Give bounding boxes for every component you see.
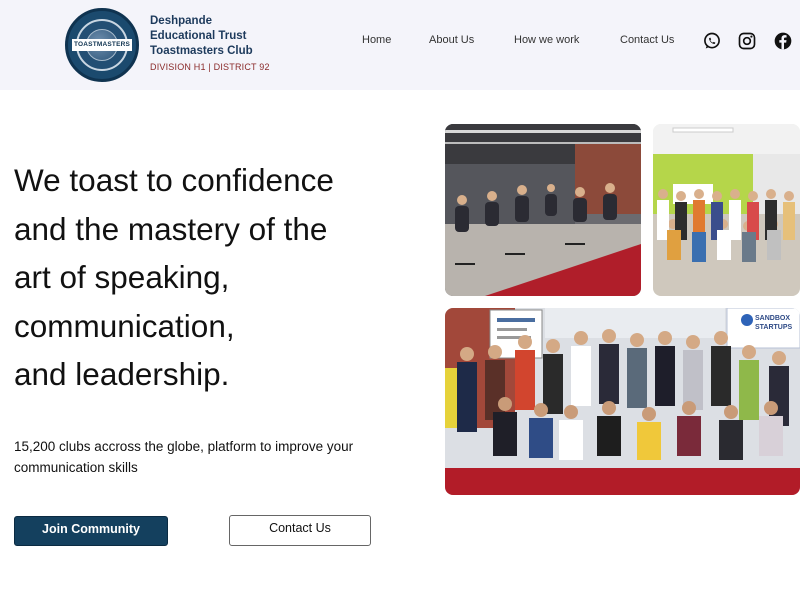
- headline-line-4: communication,: [14, 307, 235, 344]
- audience-seated-photo: [445, 124, 641, 296]
- headline-line-1: We toast to confidence: [14, 162, 334, 198]
- brand-line-1: Deshpande: [150, 15, 212, 27]
- classroom-group-photo: [653, 124, 800, 296]
- classroom-photo-illustration: [653, 124, 800, 296]
- site-header: TOASTMASTERS Deshpande Educational Trust…: [0, 0, 800, 90]
- nav-contact-us[interactable]: Contact Us: [620, 34, 674, 46]
- instagram-icon[interactable]: [737, 31, 757, 51]
- hero-subtext: 15,200 clubs accross the globe, platform…: [14, 439, 354, 475]
- contact-us-button[interactable]: Contact Us: [229, 515, 371, 546]
- nav-how-we-work[interactable]: How we work: [514, 34, 579, 46]
- join-community-button[interactable]: Join Community: [14, 516, 168, 546]
- club-brand[interactable]: Deshpande Educational Trust Toastmasters…: [150, 14, 270, 72]
- whatsapp-icon[interactable]: [702, 31, 722, 51]
- brand-line-2: Educational Trust: [150, 30, 247, 42]
- brand-division: DIVISION H1 | DISTRICT 92: [150, 62, 270, 72]
- brand-line-3: Toastmasters Club: [150, 45, 253, 57]
- group-photo-sandbox-startups: SANDBOX STARTUPS: [445, 308, 800, 495]
- nav-about-us[interactable]: About Us: [429, 34, 474, 46]
- logo-band-text: TOASTMASTERS: [72, 39, 132, 51]
- sandbox-sign-text: SANDBOX: [755, 315, 790, 322]
- group-photo-illustration: SANDBOX STARTUPS: [445, 308, 800, 495]
- startups-sign-text: STARTUPS: [755, 324, 793, 331]
- nav-home[interactable]: Home: [362, 34, 391, 46]
- audience-photo-illustration: [445, 124, 641, 296]
- headline-line-5: and leadership.: [14, 356, 230, 392]
- hero-headline: We toast to confidence and the mastery o…: [14, 156, 434, 399]
- toastmasters-logo[interactable]: TOASTMASTERS: [65, 8, 139, 82]
- facebook-icon[interactable]: [773, 31, 793, 51]
- headline-line-3: art of speaking,: [14, 259, 230, 295]
- headline-line-2: and the mastery of the: [14, 210, 328, 247]
